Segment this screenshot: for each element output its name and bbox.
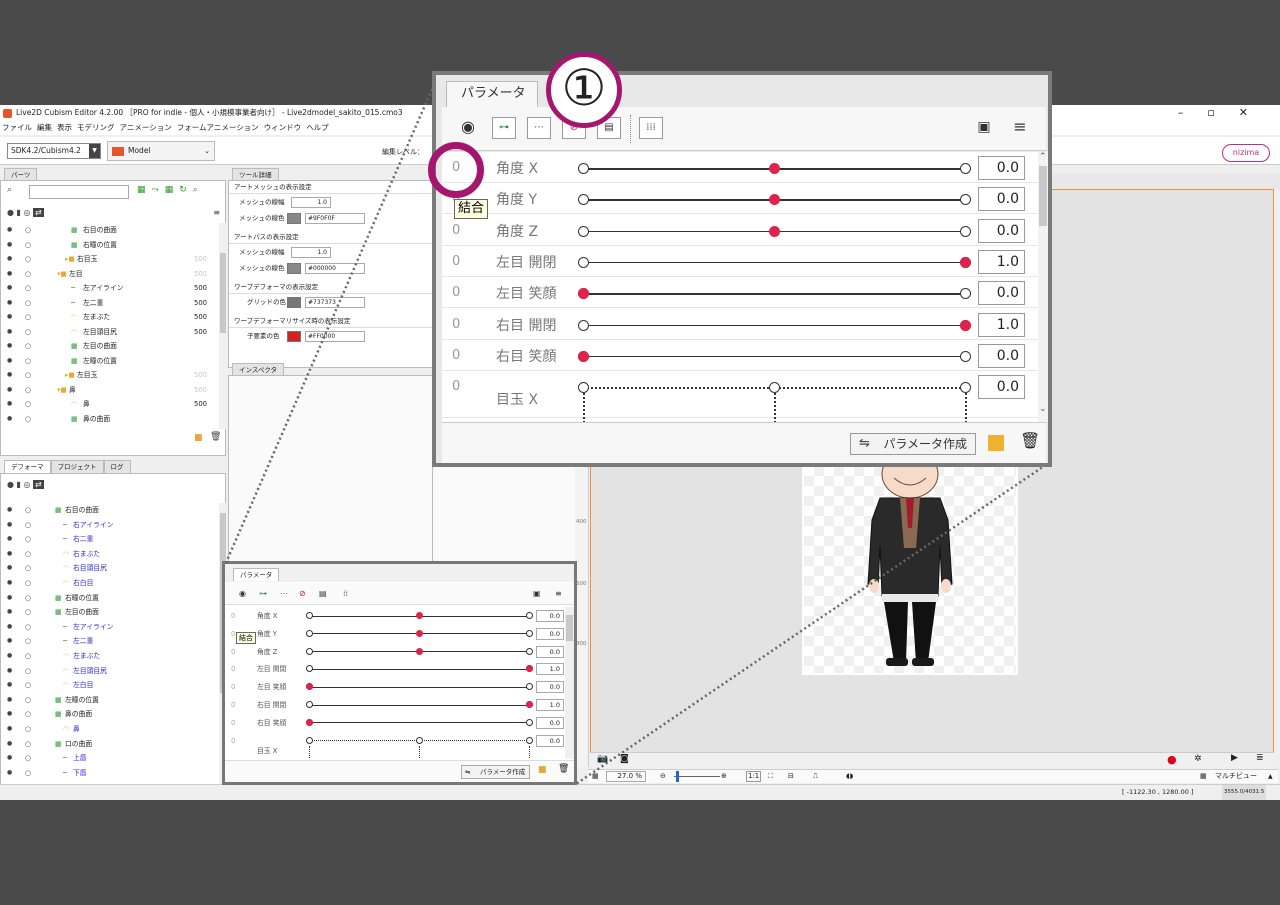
- parameter-slider-knob[interactable]: [959, 319, 971, 331]
- link-toggle-icon[interactable]: 0: [452, 285, 460, 300]
- slider-keypoint[interactable]: [959, 382, 971, 394]
- slider-max-keypoint[interactable]: [959, 194, 971, 206]
- parameter-name: 角度 Y: [496, 192, 538, 209]
- add-key-icon[interactable]: ⋯: [527, 117, 551, 139]
- link-toggle-icon[interactable]: 0: [452, 379, 460, 394]
- sliders-icon: ⇋: [859, 436, 870, 451]
- scroll-thumb[interactable]: [1039, 166, 1047, 226]
- parameter-name: 右目 開閉: [496, 317, 557, 334]
- slider-max-keypoint[interactable]: [959, 225, 971, 237]
- parameter-name: 左目 開閉: [496, 254, 557, 271]
- tab-parameter-zoomed[interactable]: パラメータ: [446, 81, 538, 107]
- parameter-row[interactable]: 0 右目 笑顔 0.0: [442, 340, 1038, 371]
- parameter-row[interactable]: 0 角度 X 0.0: [442, 152, 1038, 183]
- param-list: 0角度 X0.00角度 Y0.00角度 Z0.00左目 開閉1.00左目 笑顔0…: [442, 152, 1038, 422]
- parameter-slider-knob[interactable]: [577, 288, 589, 300]
- parameter-row[interactable]: 0 左目 笑顔 0.0: [442, 277, 1038, 309]
- slider-min-keypoint[interactable]: [577, 225, 589, 237]
- menu-icon[interactable]: ≡: [1008, 117, 1032, 139]
- parameter-row[interactable]: 0 右目 開閉 1.0: [442, 309, 1038, 340]
- link-toggle-icon[interactable]: 0: [452, 348, 460, 363]
- callout-highlight-ring: [428, 142, 484, 198]
- slider-min-keypoint[interactable]: [577, 194, 589, 206]
- guide-line-right: [575, 460, 1051, 786]
- parameter-name: 角度 Z: [496, 223, 539, 240]
- parameter-slider-knob[interactable]: [768, 225, 780, 237]
- parameter-row[interactable]: 0角度 Y0.0: [442, 183, 1038, 215]
- link-toggle-icon[interactable]: 0: [452, 317, 460, 332]
- parameter-row[interactable]: 0 角度 Z 0.0: [442, 215, 1038, 246]
- keypoint-guide: [583, 393, 585, 422]
- parameter-name: 目玉 X: [496, 392, 539, 409]
- link-toggle-icon[interactable]: 0: [452, 254, 460, 269]
- new-folder-icon[interactable]: [988, 435, 1004, 451]
- parameter-slider-track[interactable]: [583, 293, 965, 295]
- grid-icon[interactable]: ⁞⁞⁞: [639, 117, 663, 139]
- parameter-name: 左目 笑顔: [496, 286, 557, 303]
- parameter-slider-track[interactable]: [583, 355, 965, 358]
- parameter-name: 右目 笑顔: [496, 348, 557, 365]
- parameter-slider-knob[interactable]: [577, 350, 589, 362]
- trash-icon[interactable]: 🗑: [1020, 431, 1040, 450]
- guide-line-left: [223, 79, 438, 566]
- param-toolbar: ◉ ⊶ ⋯ ⊘ ▤ ⁞⁞⁞ ▣ ≡: [442, 107, 1046, 151]
- slider-max-keypoint[interactable]: [959, 350, 971, 362]
- parameter-value-input[interactable]: 0.0: [978, 156, 1025, 180]
- parameter-slider-knob[interactable]: [959, 256, 971, 268]
- scroll-down-icon[interactable]: ⌄: [1039, 404, 1047, 414]
- parameter-slider-knob[interactable]: [768, 194, 780, 206]
- keypoint-guide: [965, 393, 967, 422]
- parameter-value-input[interactable]: 0.0: [978, 187, 1025, 212]
- parameter-value-input[interactable]: 0.0: [978, 281, 1025, 306]
- param-scrollbar[interactable]: ⌃ ⌄: [1038, 152, 1048, 422]
- parameter-row[interactable]: 0 目玉 X 0.0: [442, 371, 1038, 422]
- add-param-icon[interactable]: ⊶: [492, 117, 516, 139]
- param-footer: ⇋ パラメータ作成 🗑: [442, 422, 1046, 463]
- parameter-value-input[interactable]: 0.0: [978, 375, 1025, 400]
- slider-keypoint[interactable]: [577, 382, 589, 394]
- parameter-value-input[interactable]: 0.0: [978, 218, 1025, 243]
- slider-min-keypoint[interactable]: [577, 319, 589, 331]
- slider-max-keypoint[interactable]: [959, 163, 971, 174]
- slider-min-keypoint[interactable]: [577, 163, 589, 174]
- param-title-bar: パラメータ: [436, 75, 1048, 107]
- slider-max-keypoint[interactable]: [959, 288, 971, 300]
- parameter-slider-knob[interactable]: [768, 163, 780, 174]
- parameter-panel-zoomed: パラメータ ◉ ⊶ ⋯ ⊘ ▤ ⁞⁞⁞ ▣ ≡ 0 角度 X 0.0 0 角度 Y 0.0…: [432, 71, 1052, 467]
- slider-min-keypoint[interactable]: [577, 256, 589, 268]
- create-parameter-button[interactable]: ⇋ パラメータ作成: [850, 433, 976, 455]
- callout-number: ①: [546, 52, 622, 128]
- create-parameter-label: パラメータ作成: [883, 437, 967, 451]
- parameter-slider-track[interactable]: [583, 324, 965, 326]
- link-toggle-icon[interactable]: 0: [452, 223, 460, 238]
- parameter-name: 角度 X: [496, 161, 539, 177]
- link-tooltip: 結合: [454, 199, 489, 219]
- link-icon[interactable]: ◉: [456, 117, 480, 139]
- parameter-value-input[interactable]: 1.0: [978, 312, 1025, 337]
- parameter-value-input[interactable]: 1.0: [978, 249, 1025, 274]
- parameter-row[interactable]: 0 左目 開閉 1.0: [442, 246, 1038, 277]
- parameter-slider-track[interactable]: [583, 261, 965, 264]
- toolbar-divider: [630, 115, 631, 143]
- keypoint-guide: [774, 393, 776, 422]
- scroll-up-icon[interactable]: ⌃: [1039, 152, 1047, 162]
- parameter-value-input[interactable]: 0.0: [978, 343, 1025, 368]
- slider-keypoint[interactable]: [768, 382, 780, 394]
- clipboard-icon[interactable]: ▣: [972, 117, 996, 139]
